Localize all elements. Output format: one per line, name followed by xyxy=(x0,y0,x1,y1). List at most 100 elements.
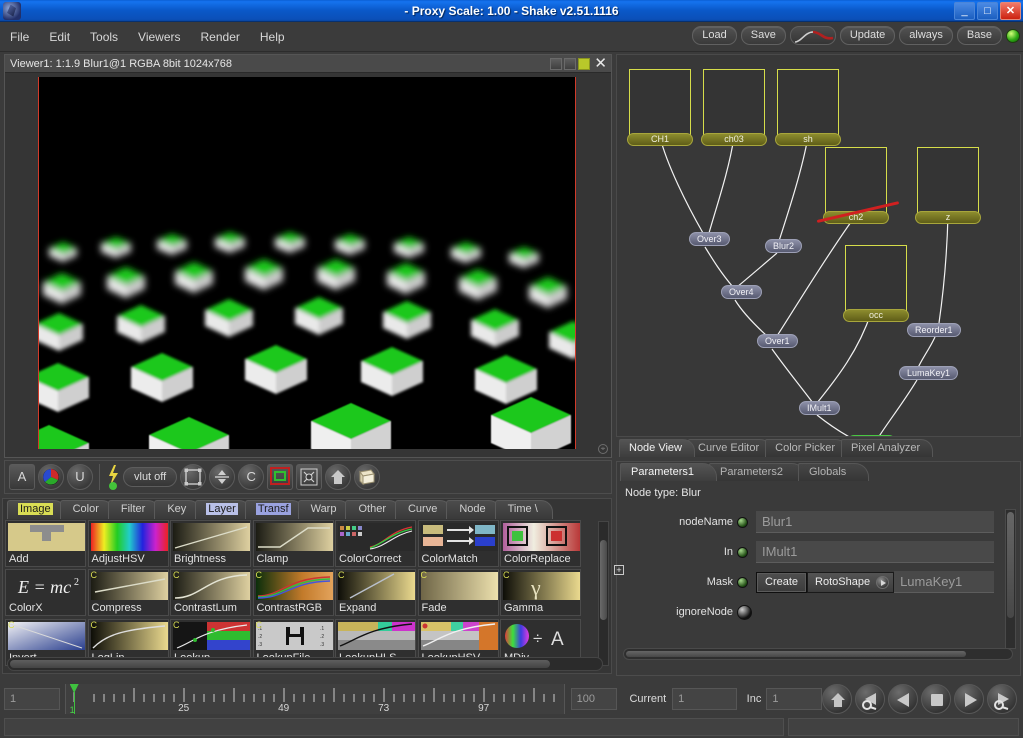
palette-tab-image[interactable]: Image xyxy=(7,500,66,519)
palette-tab-warp[interactable]: Warp xyxy=(298,500,352,519)
node-thumb-z[interactable] xyxy=(917,147,979,213)
node-over4[interactable]: Over4 xyxy=(721,285,762,299)
frame-region-icon[interactable] xyxy=(180,464,206,490)
mask-create-button[interactable]: Create xyxy=(756,572,807,593)
viewer-canvas[interactable]: ⌖ xyxy=(5,73,611,457)
lightning-icon[interactable] xyxy=(106,464,120,490)
nodename-knob-icon[interactable] xyxy=(737,517,748,528)
tool-contrastlum[interactable]: C ContrastLum xyxy=(170,569,251,616)
node-blur2[interactable]: Blur2 xyxy=(765,239,802,253)
play-forward-key-button[interactable] xyxy=(987,684,1017,714)
cycle-icon[interactable]: C xyxy=(238,464,264,490)
home-view-icon[interactable] xyxy=(325,464,351,490)
rgb-channel-icon[interactable] xyxy=(38,464,64,490)
mask-knob-icon[interactable] xyxy=(737,577,748,588)
play-backward-button[interactable] xyxy=(888,684,918,714)
mask-input[interactable]: LumaKey1 xyxy=(894,571,994,593)
menu-help[interactable]: Help xyxy=(250,27,295,47)
palette-vertical-scrollbar[interactable] xyxy=(598,521,609,666)
parameters-horizontal-scrollbar[interactable] xyxy=(623,648,1013,660)
in-input[interactable]: IMult1 xyxy=(756,541,994,563)
mask-rotoshape-button[interactable]: RotoShape xyxy=(807,572,894,593)
node-thumb-ch03[interactable] xyxy=(703,69,765,135)
tool-compress[interactable]: C Compress xyxy=(88,569,169,616)
snapshot-icon[interactable] xyxy=(354,464,380,490)
save-button[interactable]: Save xyxy=(741,26,786,45)
nodename-input[interactable]: Blur1 xyxy=(756,511,994,533)
node-tag-z[interactable]: z xyxy=(915,211,981,224)
menu-render[interactable]: Render xyxy=(191,27,250,47)
alpha-channel-icon[interactable]: A xyxy=(9,464,35,490)
node-reorder1[interactable]: Reorder1 xyxy=(907,323,961,337)
parameters-vertical-scrollbar[interactable] xyxy=(1005,509,1016,649)
tab-pixel-analyzer[interactable]: Pixel Analyzer xyxy=(841,439,933,457)
node-thumb-ch1[interactable] xyxy=(629,69,691,135)
menu-tools[interactable]: Tools xyxy=(80,27,128,47)
tool-clamp[interactable]: Clamp xyxy=(253,520,334,567)
node-thumb-sh[interactable] xyxy=(777,69,839,135)
viewer-resize-handle[interactable]: ⌖ xyxy=(598,444,608,454)
timeline-playhead[interactable]: 1 xyxy=(70,684,79,714)
update-button[interactable]: Update xyxy=(840,26,895,45)
node-thumb-occ[interactable] xyxy=(845,245,907,311)
node-tag-occ[interactable]: occ xyxy=(843,309,909,322)
menu-file[interactable]: File xyxy=(0,27,39,47)
tab-parameters1[interactable]: Parameters1 xyxy=(620,463,717,481)
palette-tab-key[interactable]: Key xyxy=(154,500,201,519)
rotoshape-dropdown-icon[interactable] xyxy=(876,576,889,589)
tab-globals[interactable]: Globals xyxy=(798,463,869,481)
timeline-start-field[interactable]: 1 xyxy=(4,688,60,710)
increment-input[interactable]: 1 xyxy=(766,688,822,710)
viewer-expand-icon[interactable] xyxy=(578,58,590,70)
always-dropdown[interactable]: always xyxy=(899,26,953,45)
tool-add[interactable]: Add xyxy=(5,520,86,567)
node-imult1[interactable]: IMult1 xyxy=(799,401,840,415)
curve-tool-icon[interactable] xyxy=(790,26,836,45)
ignorenode-toggle[interactable] xyxy=(737,605,752,620)
node-over1[interactable]: Over1 xyxy=(757,334,798,348)
in-knob-icon[interactable] xyxy=(737,547,748,558)
timeline-ruler[interactable]: 25 49 73 97 1 xyxy=(65,684,565,714)
palette-tab-transform[interactable]: Transf xyxy=(245,500,304,519)
tab-curve-editor[interactable]: Curve Editor xyxy=(688,439,772,457)
node-over3[interactable]: Over3 xyxy=(689,232,730,246)
viewer-layout-icon[interactable] xyxy=(564,58,576,70)
minimize-button[interactable]: _ xyxy=(954,2,975,20)
tool-gamma[interactable]: C γ Gamma xyxy=(500,569,581,616)
node-graph-canvas[interactable]: CH1 ch03 sh ch2 z occ Over3 Blur2 Over4 … xyxy=(616,54,1021,437)
palette-tab-other[interactable]: Other xyxy=(345,500,401,519)
current-frame-input[interactable]: 1 xyxy=(672,688,737,710)
roi-icon[interactable] xyxy=(267,464,293,490)
update-mode-icon[interactable]: U xyxy=(67,464,93,490)
palette-tab-node[interactable]: Node xyxy=(446,500,500,519)
maximize-button[interactable]: □ xyxy=(977,2,998,20)
menu-edit[interactable]: Edit xyxy=(39,27,80,47)
tool-colorcorrect[interactable]: ColorCorrect xyxy=(335,520,416,567)
mask-expand-icon[interactable]: + xyxy=(614,565,624,575)
palette-tab-layer[interactable]: Layer xyxy=(195,500,251,519)
node-tag-ch03[interactable]: ch03 xyxy=(701,133,767,146)
play-forward-button[interactable] xyxy=(954,684,984,714)
tool-fade[interactable]: C Fade xyxy=(418,569,499,616)
load-button[interactable]: Load xyxy=(692,26,736,45)
tool-expand[interactable]: C Expand xyxy=(335,569,416,616)
node-tag-sh[interactable]: sh xyxy=(775,133,841,146)
tool-brightness[interactable]: Brightness xyxy=(170,520,251,567)
vlut-button[interactable]: vlut off xyxy=(123,467,177,487)
viewer-image[interactable] xyxy=(38,77,576,449)
viewer-close-icon[interactable]: ✕ xyxy=(592,58,609,70)
viewer-minimize-icon[interactable] xyxy=(550,58,562,70)
palette-tab-time[interactable]: Time \ xyxy=(495,500,553,519)
go-to-start-button[interactable] xyxy=(822,684,852,714)
tab-parameters2[interactable]: Parameters2 xyxy=(709,463,806,481)
tab-color-picker[interactable]: Color Picker xyxy=(765,439,848,457)
palette-tab-filter[interactable]: Filter xyxy=(108,500,160,519)
node-blur1-selected[interactable]: Blur1 xyxy=(847,435,896,437)
tool-adjusthsv[interactable]: AdjustHSV xyxy=(88,520,169,567)
fit-icon[interactable] xyxy=(296,464,322,490)
timeline-end-field[interactable]: 100 xyxy=(571,688,618,710)
compare-icon[interactable] xyxy=(209,464,235,490)
palette-tab-curve[interactable]: Curve xyxy=(395,500,452,519)
node-tag-ch1[interactable]: CH1 xyxy=(627,133,693,146)
close-button[interactable]: ✕ xyxy=(1000,2,1021,20)
